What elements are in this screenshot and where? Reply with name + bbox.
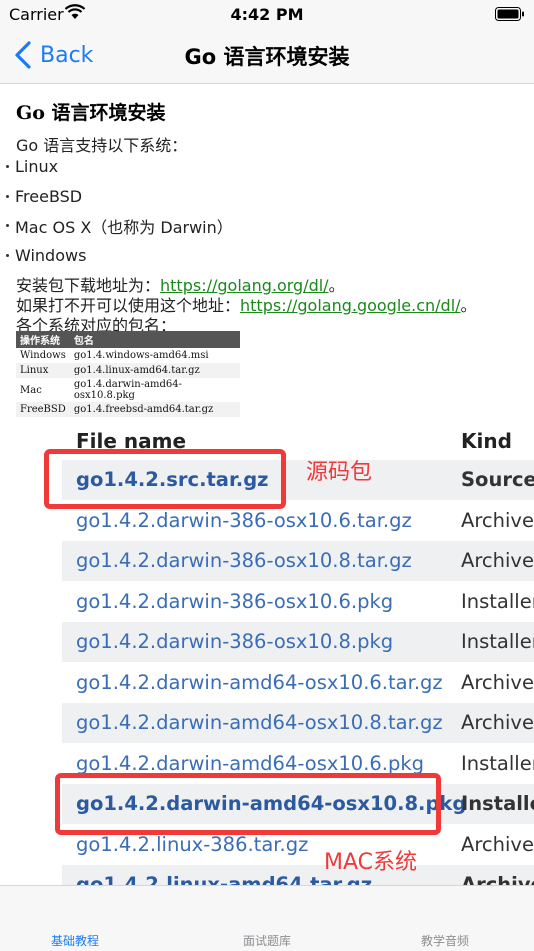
file-row: go1.4.2.darwin-386-osx10.8.pkg Installer [62, 622, 534, 662]
bullet-icon [6, 253, 9, 257]
list-item: Linux [6, 152, 233, 182]
file-kind: Installer [461, 589, 534, 613]
table-cell: go1.4.linux-amd64.tar.gz [69, 363, 240, 378]
article-heading: Go 语言环境安装 [16, 102, 166, 124]
file-kind: Archive [461, 832, 534, 856]
file-name: go1.4.2.darwin-amd64-osx10.6.tar.gz [76, 670, 443, 694]
bullet-icon [6, 194, 9, 198]
status-bar: Carrier 4:42 PM [0, 0, 534, 28]
table-row: Mac go1.4.darwin-amd64-osx10.8.pkg [16, 378, 240, 402]
file-name: go1.4.2.darwin-386-osx10.6.pkg [76, 589, 394, 613]
file-kind: Archive [461, 508, 534, 532]
table-row: Linux go1.4.linux-amd64.tar.gz [16, 363, 240, 378]
table-cell: Windows [20, 350, 66, 361]
column-header: 包名 [69, 331, 240, 348]
file-kind: Archive [461, 711, 534, 734]
table-cell: go1.4.windows-amd64.msi [73, 350, 209, 361]
table-header-row: 操作系统 包名 [16, 331, 240, 348]
file-name: go1.4.2.darwin-386-osx10.8.tar.gz [76, 549, 412, 572]
file-row: go1.4.2.linux-amd64.tar.gz Archive [62, 865, 534, 885]
source-annotation: 源码包 [306, 460, 373, 485]
tab-basic-tutorial[interactable]: 基础教程 [0, 932, 164, 949]
table-row: Windows go1.4.windows-amd64.msi [16, 348, 240, 363]
source-highlight-box [44, 449, 286, 509]
file-kind: Installer [461, 792, 534, 815]
column-header: 操作系统 [16, 331, 70, 348]
list-item: Mac OS X（也称为 Darwin） [6, 211, 233, 241]
status-time: 4:42 PM [230, 5, 304, 24]
list-item: Windows [6, 241, 233, 271]
system-list: Linux FreeBSD Mac OS X（也称为 Darwin） Windo… [6, 152, 233, 270]
page-title: Go 语言环境安装 [184, 45, 350, 69]
tab-bar: 基础教程 面试题库 教学音频 [0, 885, 534, 951]
file-kind: Installer [461, 751, 534, 775]
bullet-icon [6, 165, 9, 169]
table-cell: Mac [20, 384, 42, 396]
article-content[interactable]: Go 语言环境安装 Go 语言支持以下系统： Linux FreeBSD Mac… [0, 84, 534, 885]
tab-interview-questions[interactable]: 面试题库 [178, 932, 356, 949]
table-cell: FreeBSD [16, 402, 70, 417]
battery-icon [495, 7, 524, 21]
file-row: go1.4.2.darwin-386-osx10.6.pkg Installer [62, 582, 534, 622]
file-kind: Archive [461, 670, 534, 694]
kind-header: Kind [461, 429, 512, 453]
table-cell: Linux [16, 363, 70, 378]
navigation-bar: Back Go 语言环境安装 [0, 28, 534, 84]
file-name: go1.4.2.darwin-386-osx10.6.tar.gz [76, 508, 412, 532]
tab-teaching-audio[interactable]: 教学音频 [356, 932, 534, 949]
file-kind: Source [461, 468, 534, 491]
file-name: go1.4.2.linux-386.tar.gz [76, 832, 309, 856]
file-row: go1.4.2.darwin-amd64-osx10.8.tar.gz Arch… [62, 703, 534, 743]
file-name: go1.4.2.darwin-amd64-osx10.8.tar.gz [76, 711, 443, 734]
file-row: go1.4.2.darwin-amd64-osx10.6.tar.gz Arch… [62, 663, 534, 703]
file-kind: Archive [461, 549, 534, 572]
bullet-icon [6, 224, 9, 228]
table-cell: go1.4.freebsd-amd64.tar.gz [69, 402, 240, 417]
list-item: FreeBSD [6, 182, 233, 212]
mac-annotation: MAC系统 [324, 850, 418, 875]
file-name: go1.4.2.darwin-amd64-osx10.6.pkg [76, 751, 425, 775]
mirror-link[interactable]: https://golang.google.cn/dl/ [240, 296, 461, 315]
package-table: 操作系统 包名 Windows go1.4.windows-amd64.msi … [16, 331, 240, 417]
file-kind: Archive [461, 873, 534, 885]
mac-highlight-box [55, 773, 441, 835]
table-row: FreeBSD go1.4.freebsd-amd64.tar.gz [16, 402, 240, 417]
file-row: go1.4.2.darwin-386-osx10.8.tar.gz Archiv… [62, 541, 534, 581]
table-cell: go1.4.darwin-amd64-osx10.8.pkg [73, 379, 183, 401]
file-kind: Installer [461, 630, 534, 653]
file-name: go1.4.2.darwin-386-osx10.8.pkg [76, 630, 394, 653]
